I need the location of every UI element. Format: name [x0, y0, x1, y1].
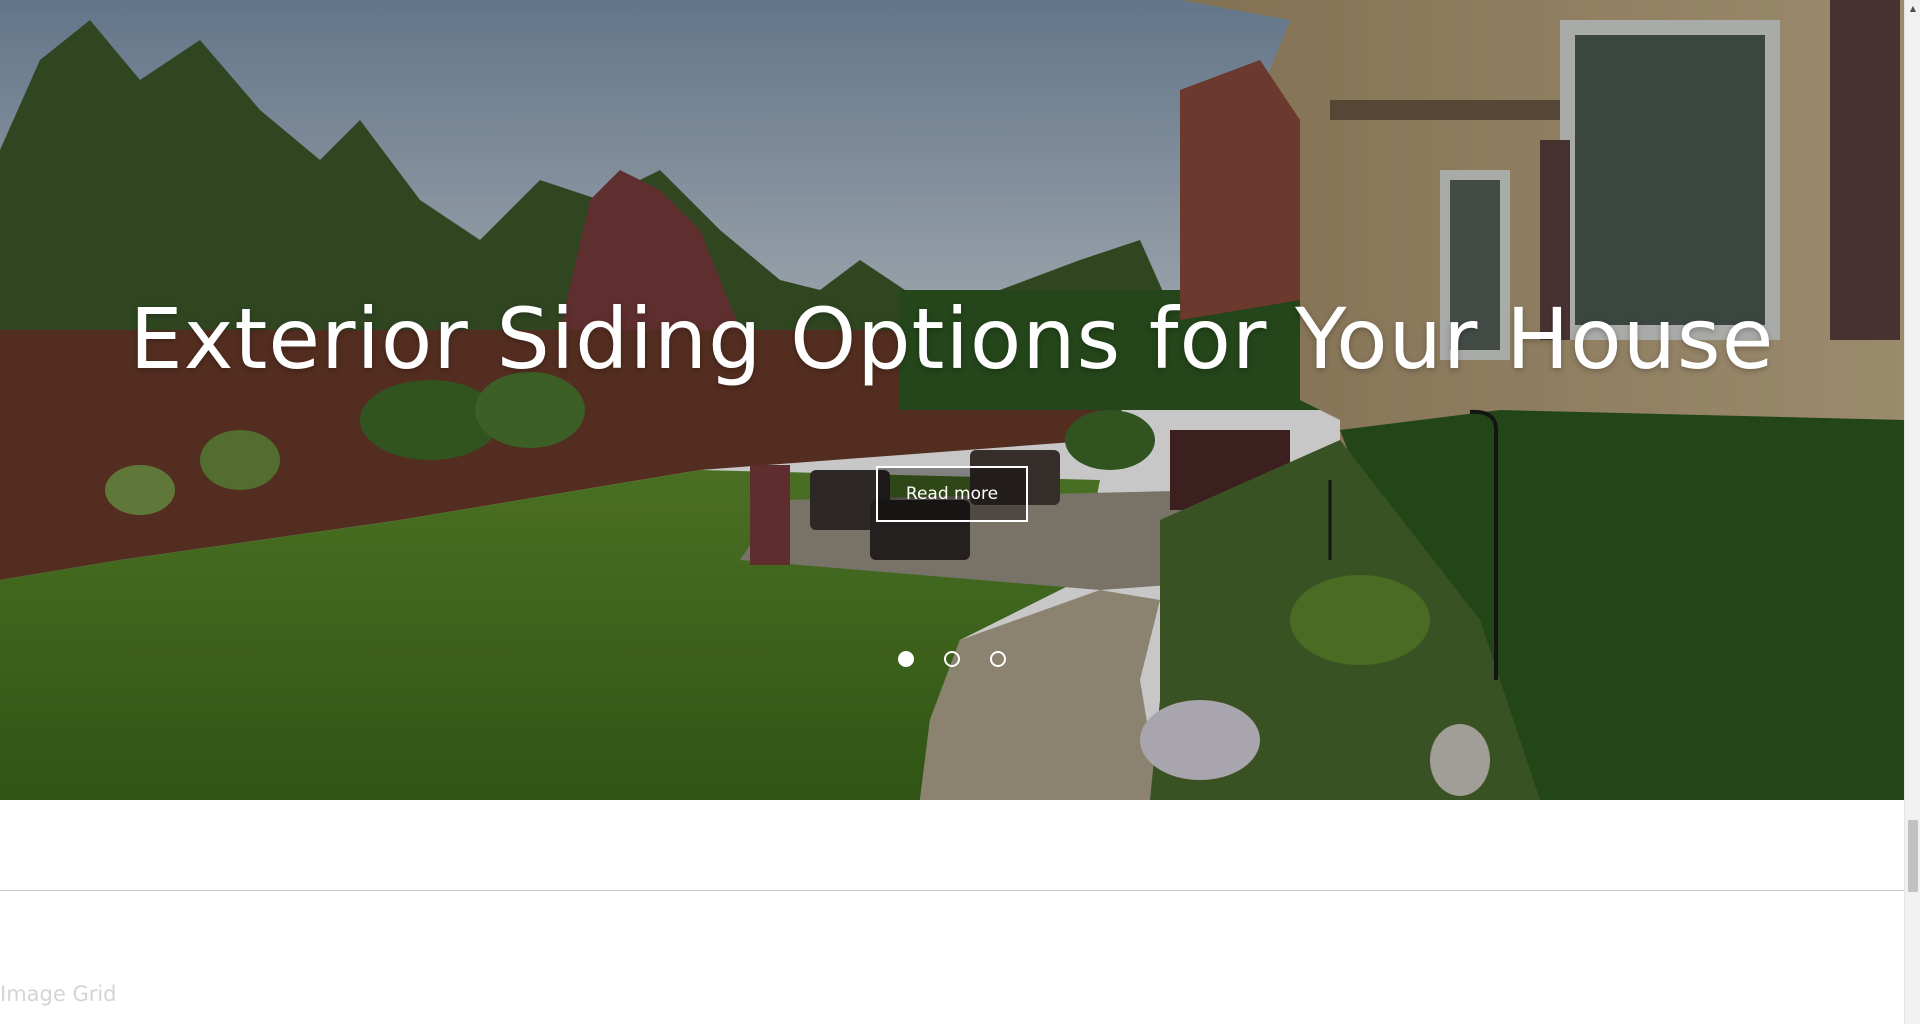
slider-dot-2[interactable] — [944, 651, 960, 667]
scrollbar-thumb[interactable] — [1908, 820, 1918, 892]
slider-pagination — [898, 651, 1006, 667]
slider-dot-3[interactable] — [990, 651, 1006, 667]
slider-dot-1[interactable] — [898, 651, 914, 667]
hero-overlay — [0, 0, 1904, 800]
section-divider — [0, 890, 1904, 891]
vertical-scrollbar[interactable]: ▲ — [1904, 0, 1920, 1024]
page: Exterior Siding Options for Your House R… — [0, 0, 1920, 1024]
hero-slider: Exterior Siding Options for Your House R… — [0, 0, 1904, 800]
hero-title: Exterior Siding Options for Your House — [129, 290, 1775, 388]
read-more-button[interactable]: Read more — [876, 466, 1028, 522]
scroll-up-arrow-icon[interactable]: ▲ — [1905, 0, 1920, 16]
image-grid-label: Image Grid — [0, 982, 117, 1006]
